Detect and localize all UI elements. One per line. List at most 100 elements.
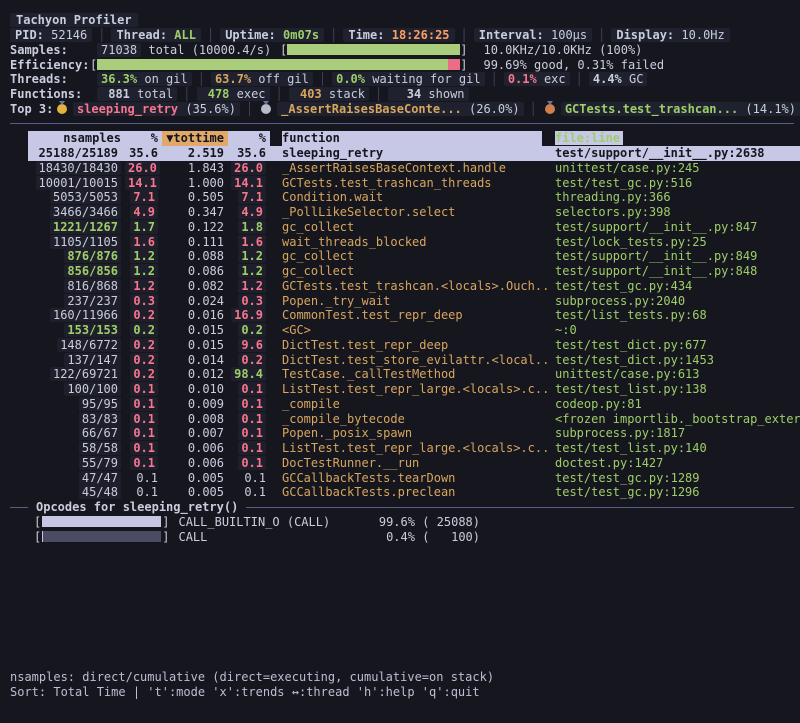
cell-pct-cumulative: 1.6 [228, 235, 270, 249]
opcode-bar-open-bracket: [ [34, 530, 41, 544]
table-row[interactable]: 95/950.10.0090.1_compilecodeop.py:81 [10, 397, 800, 412]
table-row[interactable]: 66/670.10.0070.1Popen._posix_spawnsubpro… [10, 426, 800, 441]
table-row[interactable]: 3466/34664.90.3474.9_PollLikeSelector.se… [10, 205, 800, 220]
column-header-nsamples[interactable]: nsamples [28, 131, 125, 146]
table-row[interactable]: 5053/50537.10.5057.1Condition.waitthread… [10, 190, 800, 205]
stat-item: 0.1% exc [504, 72, 570, 86]
field-separator: │ [530, 102, 537, 116]
column-header-pct-cumulative[interactable]: % [228, 131, 270, 146]
table-row[interactable]: 10001/1001514.11.00014.1GCTests.test_tra… [10, 175, 800, 190]
table-row[interactable]: 58/580.10.0060.1ListTest.test_repr_large… [10, 441, 800, 456]
column-header-function[interactable]: function [282, 131, 542, 146]
cell-pct-cumulative: 98.4 [228, 367, 270, 381]
nsamples-value: 816/868 [64, 279, 121, 293]
table-row[interactable]: 160/119660.20.01616.9CommonTest.test_rep… [10, 308, 800, 323]
opcode-bar [42, 516, 161, 527]
samples-gauge [287, 44, 460, 55]
cell-tottime: 0.505 [162, 190, 228, 204]
table-row[interactable]: 83/830.10.0080.1_compile_bytecode<frozen… [10, 411, 800, 426]
cell-tottime: 0.086 [162, 264, 228, 278]
cell-function-name: ListTest.test_repr_large.<locals>.c... [270, 441, 548, 455]
cell-function-name: GCCallbackTests.preclean [270, 485, 548, 499]
stat-value: 881 [101, 87, 130, 101]
cell-pct-direct: 0.1 [125, 485, 162, 499]
table-row[interactable]: 153/1530.20.0150.2<GC>~:0 [10, 323, 800, 338]
table-row[interactable]: 55/790.10.0060.1DocTestRunner.__rundocte… [10, 456, 800, 471]
column-header-pct-direct[interactable]: % [125, 131, 162, 146]
cell-function-name: ListTest.test_repr_large.<locals>.c... [270, 382, 548, 396]
table-row[interactable]: 1221/12671.70.1221.8gc_collecttest/suppo… [10, 220, 800, 235]
cell-pct-cumulative: 0.1 [228, 412, 270, 426]
stat-unit: stack [322, 87, 365, 101]
cell-pct-direct-value: 4.9 [130, 205, 158, 219]
top3-entry: sleeping_retry (35.6%) [73, 102, 240, 116]
cell-tottime: 0.082 [162, 279, 228, 293]
cell-pct-cumulative: 16.9 [228, 308, 270, 322]
nsamples-value: 66/67 [79, 426, 121, 440]
cell-pct-direct-value: 0.2 [130, 353, 158, 367]
column-header-file-line[interactable]: file:line [548, 131, 800, 145]
status-field: Time: 18:26:25 [343, 28, 454, 42]
table-row[interactable]: ▶25188/2518935.62.51935.6sleeping_retryt… [10, 146, 800, 161]
cell-nsamples: 55/79 [28, 456, 125, 470]
cell-nsamples: 66/67 [28, 426, 125, 440]
status-field: Interval: 100µs [474, 28, 592, 42]
samples-line: Samples: 71038 total (10000.4/s) [] 10.0… [10, 43, 800, 58]
cell-file-line: selectors.py:398 [548, 205, 800, 219]
stat-unit: waiting for gil [365, 72, 481, 86]
cell-tottime: 0.008 [162, 412, 228, 426]
cell-tottime: 0.009 [162, 397, 228, 411]
efficiency-label: Efficiency: [10, 58, 90, 72]
table-row[interactable]: 1105/11051.60.1111.6wait_threads_blocked… [10, 234, 800, 249]
stat-item: 881 total [97, 87, 177, 101]
cell-nsamples: 100/100 [28, 382, 125, 396]
cell-pct-direct-value: 0.1 [130, 382, 158, 396]
cell-pct-cumulative: 1.2 [228, 249, 270, 263]
table-row[interactable]: 45/480.10.0050.1GCCallbackTests.preclean… [10, 485, 800, 500]
cell-pct-direct: 7.1 [125, 190, 162, 204]
cell-pct-direct: 0.3 [125, 294, 162, 308]
cell-pct-direct-value: 1.7 [130, 220, 158, 234]
cell-pct-cumulative-value: 1.8 [238, 220, 266, 234]
stat-item: 36.3% on gil [97, 72, 192, 86]
cell-file-line: codeop.py:81 [548, 397, 800, 411]
cell-file-line: test/test_gc.py:516 [548, 176, 800, 190]
cell-function-name: <GC> [270, 323, 548, 337]
field-separator: │ [375, 87, 382, 101]
column-header-tottime-sorted[interactable]: ▼tottime [162, 131, 228, 146]
stat-unit: exec [229, 87, 265, 101]
status-field-label: Interval: [479, 28, 551, 42]
bronze-medal-icon [545, 104, 555, 114]
functions-label: Functions: [10, 87, 97, 101]
table-row[interactable]: 148/67720.20.0159.6DictTest.test_repr_de… [10, 338, 800, 353]
table-row[interactable]: 18430/1843026.01.84326.0_AssertRaisesBas… [10, 161, 800, 176]
cell-file-line: test/test_dict.py:677 [548, 338, 800, 352]
nsamples-value: 148/6772 [57, 338, 121, 352]
samples-rate: 10.0KHz/10.0KHz (100%) [483, 43, 642, 57]
cell-pct-direct: 0.2 [125, 367, 162, 381]
nsamples-value: 1105/1105 [50, 235, 121, 249]
top3-function-name: GCTests.test_trashcan... [565, 102, 738, 116]
status-field-value: ALL [174, 28, 196, 42]
table-row[interactable]: 856/8561.20.0861.2gc_collecttest/support… [10, 264, 800, 279]
stat-value: 63.7% [215, 72, 251, 86]
efficiency-gauge-good [97, 59, 448, 70]
cell-function-name: Popen._try_wait [270, 294, 548, 308]
nsamples-value: 122/69721 [50, 367, 121, 381]
cell-tottime: 0.015 [162, 338, 228, 352]
table-row[interactable]: 122/697210.20.01298.4TestCase._callTestM… [10, 367, 800, 382]
top3-function-name: _AssertRaisesBaseConte... [281, 102, 462, 116]
table-row[interactable]: 47/470.10.0050.1GCCallbackTests.tearDown… [10, 470, 800, 485]
cell-function-name: DictTest.test_repr_deep [270, 338, 548, 352]
cell-pct-direct-value: 0.1 [130, 397, 158, 411]
table-row[interactable]: 876/8761.20.0881.2gc_collecttest/support… [10, 249, 800, 264]
opcode-bar-close-bracket: ] [162, 530, 169, 544]
table-row[interactable]: 100/1000.10.0100.1ListTest.test_repr_lar… [10, 382, 800, 397]
cell-pct-direct: 0.2 [125, 353, 162, 367]
cell-nsamples: 18430/18430 [28, 161, 125, 175]
table-row[interactable]: 137/1470.20.0140.2DictTest.test_store_ev… [10, 352, 800, 367]
cell-file-line: threading.py:366 [548, 190, 800, 204]
table-row[interactable]: 816/8681.20.0821.2GCTests.test_trashcan.… [10, 279, 800, 294]
cell-tottime: 0.088 [162, 249, 228, 263]
table-row[interactable]: 237/2370.30.0240.3Popen._try_waitsubproc… [10, 293, 800, 308]
